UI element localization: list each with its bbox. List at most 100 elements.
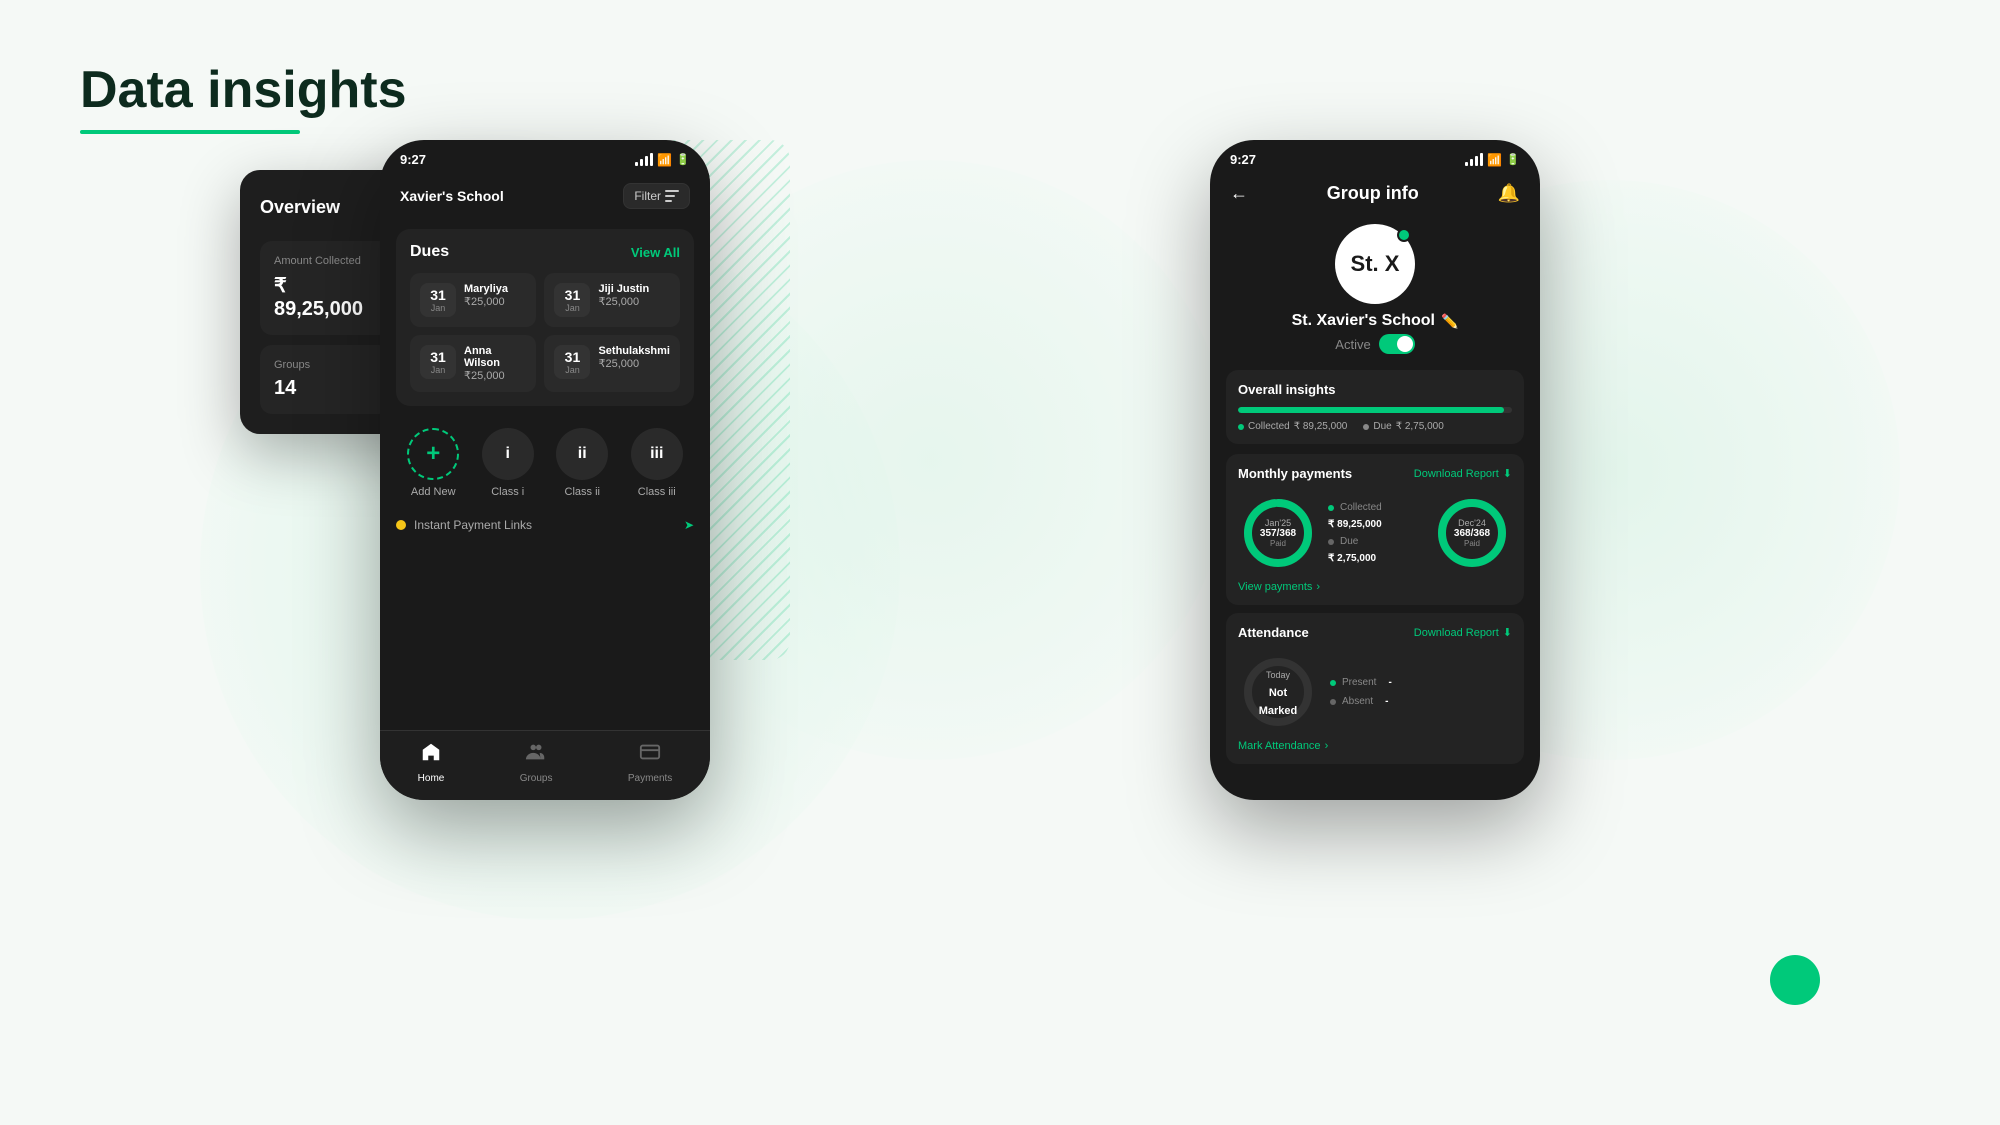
download-attendance-button[interactable]: Download Report ⬇ (1414, 626, 1512, 639)
instant-payment-label: Instant Payment Links (414, 518, 532, 532)
add-new-label: Add New (411, 486, 456, 498)
class-i-label: Class i (491, 486, 524, 498)
collected-legend: Collected ₹ 89,25,000 (1238, 421, 1347, 432)
status-icons-right: 📶 🔋 (1465, 153, 1520, 167)
dues-grid: 31 Jan Maryliya ₹25,000 31 Jan Jiji Just… (410, 273, 680, 392)
nav-class-ii[interactable]: ii Class ii (556, 428, 608, 498)
status-bar-left: 9:27 📶 🔋 (380, 140, 710, 173)
due-legend: Due ₹ 2,75,000 (1363, 421, 1443, 432)
amount-collected-label: Amount Collected (274, 255, 376, 267)
view-payments-link[interactable]: View payments › (1238, 581, 1512, 593)
back-button[interactable]: ← (1230, 183, 1248, 204)
attendance-title: Attendance (1238, 625, 1309, 640)
groups-icon (525, 741, 547, 769)
due-stat-dot (1328, 539, 1334, 545)
wifi-icon-right: 📶 (1487, 153, 1502, 167)
monthly-header: Monthly payments Download Report ⬇ (1238, 466, 1512, 481)
download-att-icon: ⬇ (1503, 626, 1512, 639)
wifi-icon: 📶 (657, 153, 672, 167)
attendance-stats: Present - Absent - (1330, 677, 1392, 707)
school-name-left: Xavier's School (400, 188, 504, 204)
avatar: St. X (1335, 224, 1415, 304)
nav-groups[interactable]: Groups (520, 741, 553, 784)
overall-insights-section: Overall insights Collected ₹ 89,25,000 D… (1226, 370, 1524, 444)
nav-groups-label: Groups (520, 773, 553, 784)
nav-payments[interactable]: Payments (628, 741, 672, 784)
download-icon: ⬇ (1503, 467, 1512, 480)
due-label: Due (1373, 421, 1391, 432)
school-name-right: St. Xavier's School ✏️ (1292, 312, 1459, 330)
nav-class-iii[interactable]: iii Class iii (631, 428, 683, 498)
due-item-4: 31 Jan Sethulakshmi ₹25,000 (544, 335, 680, 392)
view-all-link[interactable]: View All (631, 245, 680, 260)
page-title: Data insights (80, 60, 407, 120)
insights-legend: Collected ₹ 89,25,000 Due ₹ 2,75,000 (1238, 421, 1512, 432)
nav-home[interactable]: Home (418, 741, 445, 784)
nav-payments-label: Payments (628, 773, 672, 784)
signal-icon-right (1465, 153, 1483, 166)
add-new-icon: + (407, 428, 459, 480)
home-icon (420, 741, 442, 769)
class-navigation: + Add New i Class i ii Class ii iii Clas… (380, 416, 710, 510)
app-header: Xavier's School Filter (380, 173, 710, 219)
overview-title: Overview (260, 197, 340, 218)
dues-title: Dues (410, 243, 449, 261)
instant-payment-section: Instant Payment Links ➤ (380, 510, 710, 540)
group-info-title: Group info (1327, 183, 1419, 204)
filter-button-left[interactable]: Filter (623, 183, 690, 209)
insights-bar (1238, 407, 1512, 413)
absent-dot (1330, 699, 1336, 705)
mark-attendance-link[interactable]: Mark Attendance › (1238, 740, 1512, 752)
nav-add-new[interactable]: + Add New (407, 428, 459, 498)
collected-label: Collected (1248, 421, 1290, 432)
due-item-3: 31 Jan Anna Wilson ₹25,000 (410, 335, 536, 392)
attendance-header: Attendance Download Report ⬇ (1238, 625, 1512, 640)
class-ii-label: Class ii (565, 486, 600, 498)
collected-dot (1238, 424, 1244, 430)
status-bar-right: 9:27 📶 🔋 (1210, 140, 1540, 173)
monthly-payments-section: Monthly payments Download Report ⬇ Jan'2… (1226, 454, 1524, 605)
amount-collected-stat: Amount Collected ₹ 89,25,000 (260, 241, 390, 335)
title-underline (80, 130, 300, 134)
attendance-inner: Today Not Marked (1258, 665, 1298, 719)
payments-icon (639, 741, 661, 769)
class-iii-icon: iii (631, 428, 683, 480)
present-dot (1330, 680, 1336, 686)
dec-donut: Dec'24 368/368 Paid (1432, 493, 1512, 573)
groups-value: 14 (274, 377, 376, 400)
collected-stat-dot (1328, 505, 1334, 511)
collected-stat-row: Collected (1328, 502, 1382, 513)
class-i-icon: i (482, 428, 534, 480)
notification-bell-icon[interactable]: 🔔 (1498, 183, 1520, 204)
battery-icon-right: 🔋 (1506, 153, 1520, 166)
phone-right: 9:27 📶 🔋 ← Group info 🔔 St. X St. Xavier… (1210, 140, 1540, 800)
chevron-right-attendance-icon: › (1325, 740, 1329, 752)
nav-class-i[interactable]: i Class i (482, 428, 534, 498)
green-dot-decoration (1770, 955, 1820, 1005)
bottom-navigation: Home Groups Payments (380, 730, 710, 800)
due-dot (1363, 424, 1369, 430)
jan-payment: Jan'25 357/368 Paid Collected ₹ 89,25,00… (1238, 493, 1382, 573)
insights-title: Overall insights (1238, 382, 1512, 397)
due-info-1: Maryliya ₹25,000 (464, 283, 508, 308)
time-left: 9:27 (400, 152, 426, 167)
arrow-icon: ➤ (684, 518, 694, 532)
attendance-section: Attendance Download Report ⬇ Today Not M… (1226, 613, 1524, 764)
avatar-section: St. X St. Xavier's School ✏️ Active (1210, 214, 1540, 360)
edit-icon[interactable]: ✏️ (1441, 313, 1458, 330)
absent-stat-row: Absent - (1330, 696, 1392, 707)
battery-icon: 🔋 (676, 153, 690, 166)
active-badge: Active (1335, 334, 1414, 354)
jan-stats: Collected ₹ 89,25,000 Due ₹ 2,75,000 (1328, 502, 1382, 564)
jan-donut: Jan'25 357/368 Paid (1238, 493, 1318, 573)
signal-icon (635, 153, 653, 166)
collected-amount: ₹ 89,25,000 (1294, 421, 1348, 432)
active-toggle[interactable] (1379, 334, 1415, 354)
class-ii-icon: ii (556, 428, 608, 480)
nav-home-label: Home (418, 773, 445, 784)
dues-header: Dues View All (410, 243, 680, 261)
groups-label: Groups (274, 359, 376, 371)
download-report-button[interactable]: Download Report ⬇ (1414, 467, 1512, 480)
due-amount: ₹ 2,75,000 (1396, 421, 1444, 432)
page-title-section: Data insights (80, 60, 407, 134)
